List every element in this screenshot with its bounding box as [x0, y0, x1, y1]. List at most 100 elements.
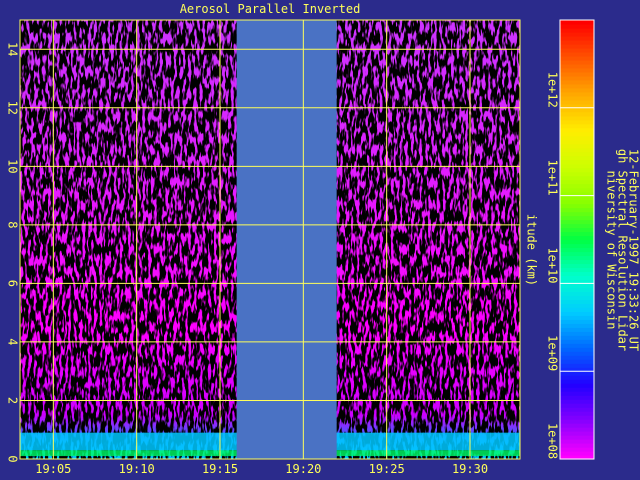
colorbar-cell: [560, 431, 594, 436]
y-tick-label: 8: [6, 221, 20, 228]
colorbar-cell: [560, 55, 594, 61]
y-tick-label: 4: [6, 338, 20, 345]
colorbar-cell: [560, 395, 594, 400]
colorbar-cell: [560, 107, 594, 113]
colorbar-cell: [560, 27, 594, 33]
colorbar-cell: [560, 95, 594, 101]
colorbar-cell: [560, 351, 594, 356]
colorbar-cell: [560, 79, 594, 85]
x-tick-label: 19:15: [202, 462, 238, 476]
colorbar-cell: [560, 383, 594, 388]
x-tick-label: 19:05: [35, 462, 71, 476]
colorbar-cell: [560, 291, 594, 296]
colorbar-cell: [560, 31, 594, 37]
colorbar-cell: [560, 235, 594, 241]
colorbar-cell: [560, 187, 594, 193]
colorbar-cell: [560, 355, 594, 360]
colorbar-cell: [560, 119, 594, 125]
colorbar-tick-label: 1e+11: [546, 160, 560, 196]
colorbar-cell: [560, 435, 594, 440]
colorbar-cell: [560, 179, 594, 185]
y-tick-label: 14: [6, 42, 20, 56]
colorbar-cell: [560, 131, 594, 137]
colorbar-cell: [560, 399, 594, 404]
colorbar-cell: [560, 323, 594, 328]
colorbar-cell: [560, 231, 594, 237]
colorbar-cell: [560, 307, 594, 312]
colorbar-cell: [560, 439, 594, 444]
colorbar-cell: [560, 207, 594, 213]
colorbar-cell: [560, 251, 594, 257]
colorbar-cell: [560, 347, 594, 352]
colorbar-cell: [560, 159, 594, 165]
colorbar-cell: [560, 139, 594, 145]
colorbar-cell: [560, 331, 594, 336]
colorbar-cell: [560, 447, 594, 452]
colorbar-cell: [560, 155, 594, 161]
colorbar-cell: [560, 167, 594, 173]
colorbar-cell: [560, 195, 594, 201]
colorbar-cell: [560, 247, 594, 253]
colorbar-cell: [560, 99, 594, 105]
x-tick-label: 19:30: [452, 462, 488, 476]
colorbar-cell: [560, 387, 594, 392]
colorbar-cell: [560, 43, 594, 49]
colorbar-tick-label: 1e+09: [546, 335, 560, 371]
colorbar-cell: [560, 335, 594, 340]
colorbar-cell: [560, 243, 594, 249]
colorbar-cell: [560, 51, 594, 57]
colorbar-cell: [560, 371, 594, 376]
plot-area: [20, 20, 520, 459]
colorbar-cell: [560, 319, 594, 324]
y-tick-label: 12: [6, 101, 20, 115]
colorbar-cell: [560, 299, 594, 304]
colorbar: 1e+08 1e+09 1e+10 1e+11 1e+12: [546, 19, 595, 460]
instrument-info: niversity of Wisconsingh Spectral Resolu…: [605, 149, 640, 351]
colorbar-cell: [560, 343, 594, 348]
lidar-plot: 19:05 19:10 19:15 19:20 19:25 19:30 0 2 4 6 8 10 12 1…: [6, 19, 640, 476]
colorbar-cell: [560, 59, 594, 65]
colorbar-cell: [560, 379, 594, 384]
colorbar-cell: [560, 403, 594, 408]
colorbar-cell: [560, 339, 594, 344]
colorbar-cell: [560, 391, 594, 396]
colorbar-cell: [560, 315, 594, 320]
y-tick-label: 0: [6, 455, 20, 462]
colorbar-cell: [560, 171, 594, 177]
colorbar-cell: [560, 63, 594, 69]
colorbar-cell: [560, 327, 594, 332]
colorbar-cell: [560, 151, 594, 157]
colorbar-cell: [560, 283, 594, 288]
colorbar-cell: [560, 215, 594, 221]
colorbar-cell: [560, 47, 594, 53]
colorbar-tick-label: 1e+08: [546, 423, 560, 459]
colorbar-cell: [560, 163, 594, 169]
colorbar-cell: [560, 359, 594, 364]
colorbar-cell: [560, 111, 594, 117]
colorbar-cell: [560, 175, 594, 181]
colorbar-cell: [560, 451, 594, 456]
colorbar-cell: [560, 407, 594, 412]
colorbar-cell: [560, 423, 594, 428]
colorbar-cell: [560, 143, 594, 149]
colorbar-cell: [560, 263, 594, 269]
colorbar-cell: [560, 87, 594, 93]
colorbar-cell: [560, 23, 594, 29]
colorbar-cell: [560, 199, 594, 205]
y-tick-label: 6: [6, 280, 20, 287]
colorbar-tick-label: 1e+12: [546, 72, 560, 108]
colorbar-cell: [560, 267, 594, 273]
colorbar-cell: [560, 239, 594, 245]
colorbar-cell: [560, 443, 594, 448]
colorbar-cell: [560, 211, 594, 217]
colorbar-cell: [560, 135, 594, 141]
colorbar-cell: [560, 375, 594, 380]
x-tick-label: 19:20: [285, 462, 321, 476]
y-tick-label: 2: [6, 397, 20, 404]
y-axis-label: itude (km): [525, 214, 539, 286]
colorbar-cell: [560, 271, 594, 277]
colorbar-cell: [560, 67, 594, 73]
colorbar-cell: [560, 123, 594, 129]
colorbar-cell: [560, 311, 594, 316]
colorbar-cell: [560, 415, 594, 420]
